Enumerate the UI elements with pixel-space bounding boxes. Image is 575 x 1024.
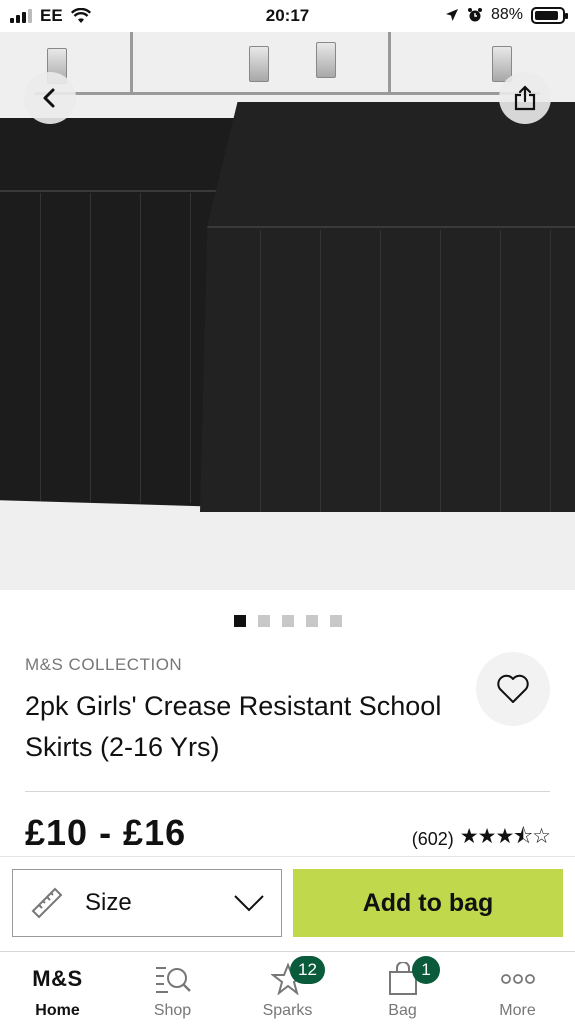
tab-sparks[interactable]: 12 Sparks: [230, 952, 345, 1024]
status-bar: EE 20:17 88%: [0, 0, 575, 32]
carousel-dots[interactable]: [0, 615, 575, 627]
alarm-icon: [467, 8, 482, 22]
rating-stars: ★★★⯪☆: [459, 825, 551, 848]
back-button[interactable]: [24, 72, 76, 124]
hanger-rod-right: [230, 92, 540, 95]
search-list-icon: [155, 967, 191, 993]
tab-shop[interactable]: Shop: [115, 952, 230, 1024]
carousel-dot[interactable]: [233, 615, 246, 627]
battery-fill: [535, 10, 558, 20]
share-icon: [514, 85, 536, 111]
size-label: Size: [85, 889, 132, 916]
ruler-icon: [31, 887, 63, 919]
tab-label-bag: Bag: [388, 1002, 417, 1019]
wishlist-button[interactable]: [476, 652, 550, 726]
product-title: 2pk Girls' Crease Resistant School Skirt…: [25, 691, 442, 762]
add-to-bag-button[interactable]: Add to bag: [293, 869, 563, 937]
tab-label-more: More: [499, 1002, 536, 1019]
product-price: £10 - £16: [25, 812, 187, 853]
review-count: (602): [411, 829, 454, 849]
carousel-dot[interactable]: [281, 615, 294, 627]
tab-label-shop: Shop: [153, 1002, 192, 1019]
more-dots-icon: [500, 974, 535, 984]
product-image[interactable]: [0, 32, 575, 590]
divider: [25, 791, 550, 792]
battery-percent: 88%: [490, 6, 523, 23]
tab-bag[interactable]: 1 Bag: [345, 952, 460, 1024]
bag-badge: 1: [412, 956, 440, 984]
chevron-left-icon: [43, 88, 55, 108]
status-right: 88%: [445, 6, 568, 24]
chevron-down-icon: [234, 895, 264, 912]
tab-more[interactable]: More: [460, 952, 575, 1024]
ms-logo-icon: M&S: [32, 966, 83, 991]
product-rating[interactable]: (602) ★★★⯪☆: [411, 822, 551, 857]
tab-home[interactable]: M&S Home: [0, 952, 115, 1024]
carousel-dot[interactable]: [257, 615, 270, 627]
tab-bar: M&S Home Shop 12 Sparks 1 Bag More: [0, 951, 575, 1024]
carousel-dot[interactable]: [329, 615, 342, 627]
hanger-clip: [316, 42, 336, 78]
product-brand: M&S COLLECTION: [25, 655, 183, 674]
hanger-hook-left: [130, 32, 133, 92]
size-select[interactable]: Size: [12, 869, 282, 937]
location-arrow-icon: [445, 9, 458, 21]
share-button[interactable]: [499, 72, 551, 124]
hanger-clip: [249, 46, 269, 82]
action-bar: Size Add to bag: [0, 856, 575, 951]
battery-icon: [531, 6, 568, 24]
hanger-hook-right: [388, 32, 391, 92]
tab-label-sparks: Sparks: [262, 1002, 313, 1019]
heart-icon: [497, 674, 529, 703]
skirt-front: [200, 102, 575, 512]
sparks-badge: 12: [290, 956, 325, 984]
tab-label-home: Home: [35, 1002, 80, 1019]
carousel-dot[interactable]: [305, 615, 318, 627]
